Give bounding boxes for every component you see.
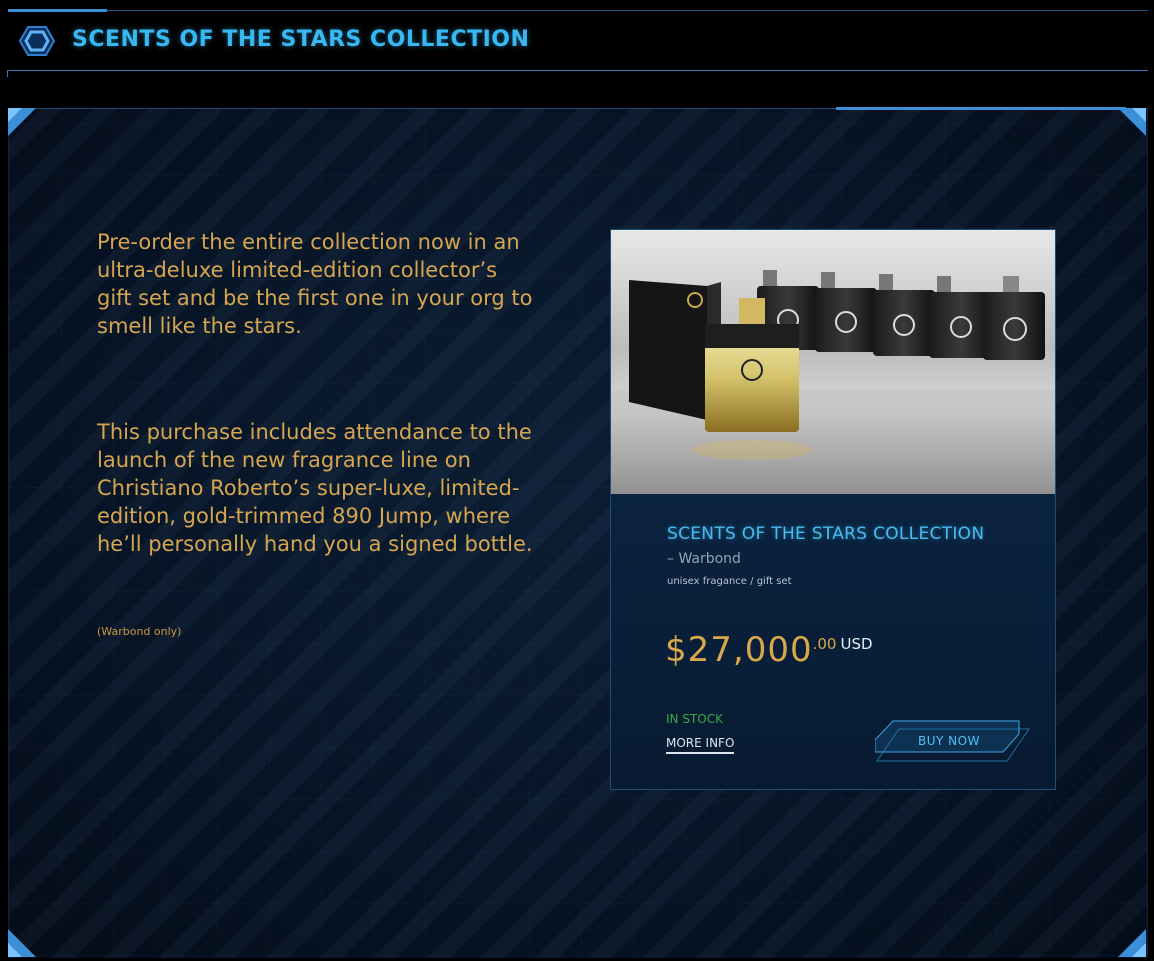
header-divider-tick bbox=[7, 70, 8, 77]
corner-top-right-icon bbox=[1118, 108, 1146, 136]
product-details: SCENTS OF THE STARS COLLECTION – Warbond… bbox=[611, 494, 1055, 789]
description-paragraph-1: Pre-order the entire collection now in a… bbox=[97, 230, 533, 338]
corner-top-left-icon bbox=[8, 108, 36, 136]
product-subtitle: – Warbond bbox=[667, 551, 741, 567]
buy-now-button[interactable]: BUY NOW bbox=[875, 720, 1031, 766]
product-title[interactable]: SCENTS OF THE STARS COLLECTION bbox=[667, 524, 984, 544]
panel-top-accent bbox=[836, 107, 1126, 110]
product-price: $27,000.00 USD bbox=[665, 630, 873, 670]
price-cents: .00 bbox=[812, 635, 837, 653]
corner-bottom-left-icon bbox=[8, 929, 36, 957]
page-header: SCENTS OF THE STARS COLLECTION bbox=[0, 0, 1154, 90]
price-amount: $27,000 bbox=[665, 630, 813, 670]
product-card: SCENTS OF THE STARS COLLECTION – Warbond… bbox=[610, 229, 1056, 790]
price-currency: USD bbox=[840, 635, 873, 653]
hexagon-icon bbox=[18, 26, 56, 56]
corner-bottom-right-icon bbox=[1118, 929, 1146, 957]
header-top-line bbox=[8, 10, 1148, 11]
header-title: SCENTS OF THE STARS COLLECTION bbox=[72, 27, 530, 52]
product-category: unisex fragance / gift set bbox=[667, 576, 792, 587]
perfume-bottles-image bbox=[611, 270, 1055, 494]
description: Pre-order the entire collection now in a… bbox=[97, 228, 537, 556]
product-image[interactable] bbox=[611, 230, 1055, 494]
warbond-note: (Warbond only) bbox=[97, 625, 182, 638]
buy-now-label: BUY NOW bbox=[918, 734, 980, 748]
description-paragraph-2: This purchase includes attendance to the… bbox=[97, 420, 533, 556]
more-info-link[interactable]: MORE INFO bbox=[666, 736, 735, 754]
stock-status: IN STOCK bbox=[666, 712, 723, 726]
header-top-accent bbox=[8, 9, 107, 12]
header-divider bbox=[8, 70, 1148, 71]
